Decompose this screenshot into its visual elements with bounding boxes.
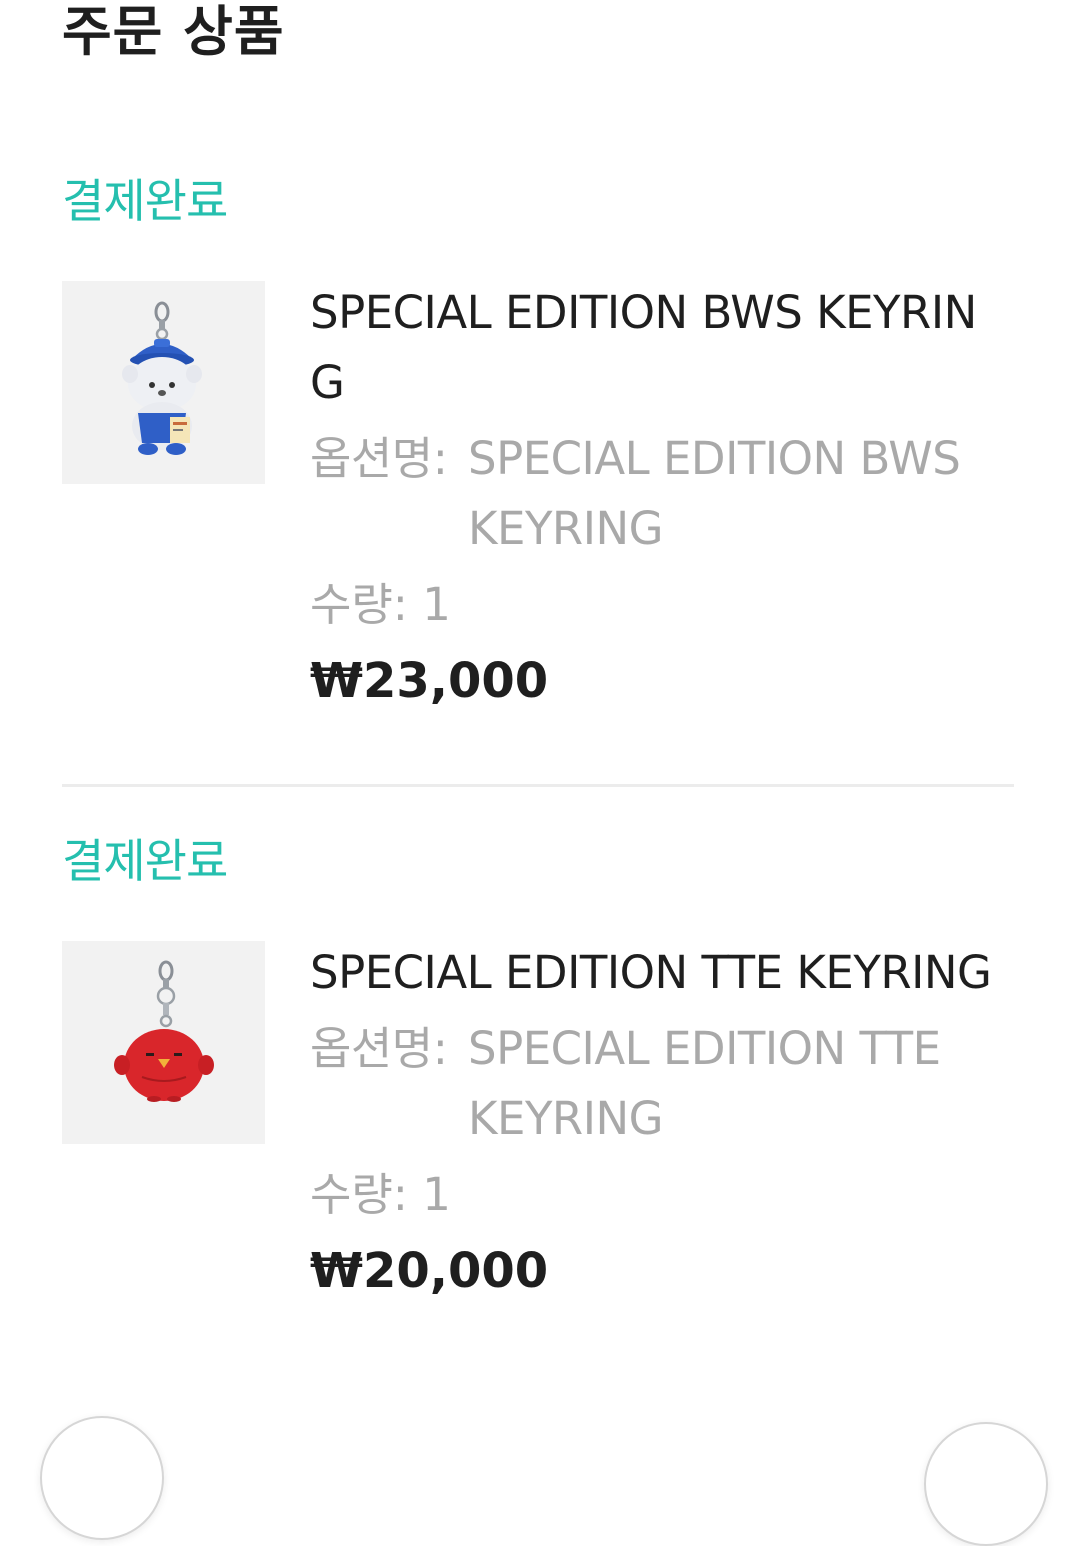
option-row: 옵션명: SPECIAL EDITION BWS KEYRING xyxy=(310,424,1010,564)
floating-button-right[interactable] xyxy=(924,1422,1048,1546)
option-value: SPECIAL EDITION TTE KEYRING xyxy=(468,1022,941,1145)
order-status-label: 결제완료 xyxy=(62,834,228,888)
option-value: SPECIAL EDITION BWS KEYRING xyxy=(468,432,961,555)
product-name[interactable]: SPECIAL EDITION TTE KEYRING xyxy=(310,938,1002,1008)
floating-button-left[interactable] xyxy=(40,1416,164,1540)
product-info: SPECIAL EDITION BWS KEYRING 옵션명: SPECIAL… xyxy=(310,278,1010,716)
option-row: 옵션명: SPECIAL EDITION TTE KEYRING xyxy=(310,1014,1010,1154)
product-name[interactable]: SPECIAL EDITION BWS KEYRING xyxy=(310,278,1002,418)
quantity-label: 수량: 1 xyxy=(310,578,451,631)
product-info: SPECIAL EDITION TTE KEYRING 옵션명: SPECIAL… xyxy=(310,938,1010,1306)
bear-keyring-image xyxy=(122,301,202,455)
quantity-label: 수량: 1 xyxy=(310,1168,451,1221)
product-thumbnail[interactable] xyxy=(62,281,265,484)
option-label: 옵션명: xyxy=(310,1022,448,1075)
page-title: 주문 상품 xyxy=(62,0,285,63)
price: ₩23,000 xyxy=(310,653,549,709)
price: ₩20,000 xyxy=(310,1243,549,1299)
red-bird-keyring-image xyxy=(114,960,214,1102)
divider xyxy=(62,784,1014,787)
option-label: 옵션명: xyxy=(310,432,448,485)
product-thumbnail[interactable] xyxy=(62,941,265,1144)
order-status-label: 결제완료 xyxy=(62,174,228,228)
